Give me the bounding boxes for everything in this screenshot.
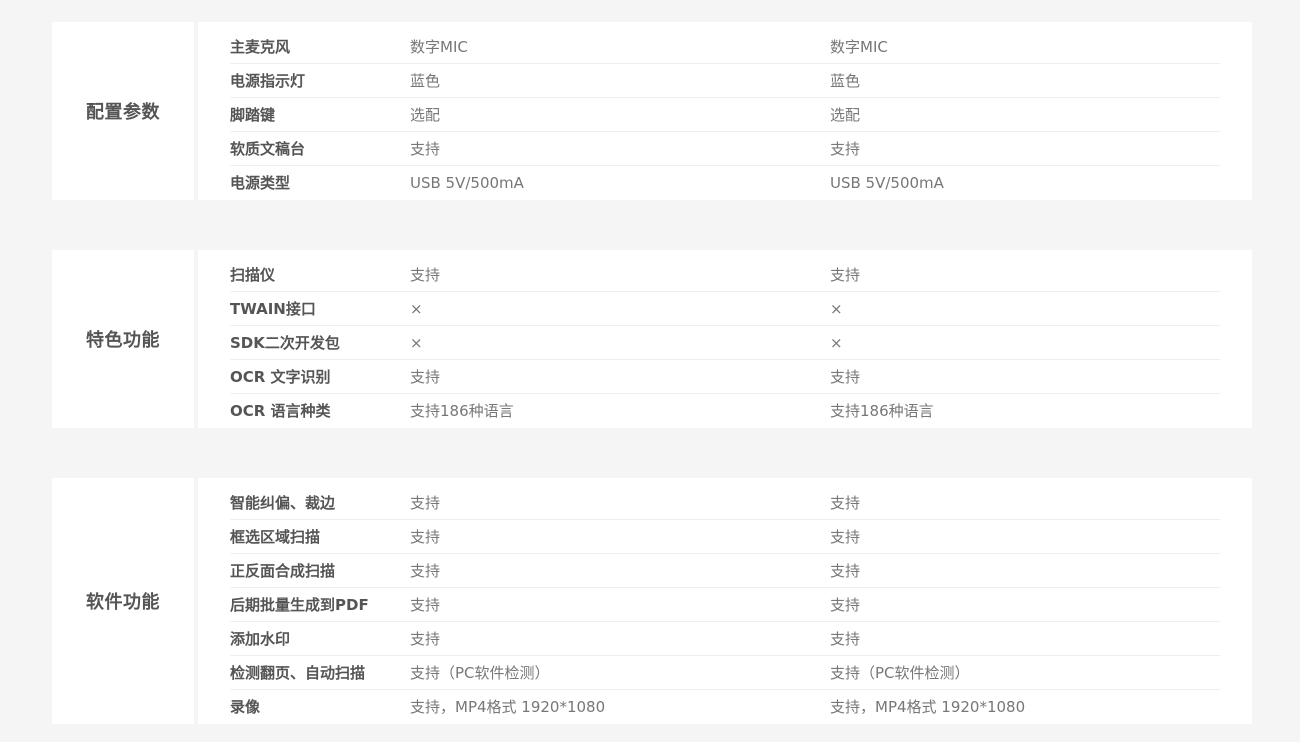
table-row: 脚踏键 选配 选配 <box>230 98 1220 132</box>
spec-rows: 扫描仪 支持 支持 TWAIN接口 × × SDK二次开发包 × × OCR 文… <box>198 250 1252 428</box>
category-label: 软件功能 <box>86 592 160 613</box>
spec-value-model-2: 数字MIC <box>830 38 888 56</box>
spec-label: 录像 <box>230 698 261 716</box>
spec-label: TWAIN接口 <box>230 300 316 318</box>
table-row: 框选区域扫描 支持 支持 <box>230 520 1220 554</box>
spec-value-model-2: × <box>830 299 843 318</box>
spec-rows: 主麦克风 数字MIC 数字MIC 电源指示灯 蓝色 蓝色 脚踏键 选配 选配 软… <box>198 22 1252 200</box>
spec-value-model-1: 支持 <box>410 596 441 614</box>
spec-value-model-1: 选配 <box>410 106 441 124</box>
table-row: 正反面合成扫描 支持 支持 <box>230 554 1220 588</box>
spec-value-model-2: 支持 <box>830 630 861 648</box>
spec-label: 正反面合成扫描 <box>230 562 336 580</box>
spec-label: 添加水印 <box>230 630 291 648</box>
section-software-features: 软件功能 智能纠偏、裁边 支持 支持 框选区域扫描 支持 支持 正反面合成扫描 … <box>52 478 1252 724</box>
table-row: TWAIN接口 × × <box>230 292 1220 326</box>
spec-label: 检测翻页、自动扫描 <box>230 664 366 682</box>
spec-value-model-2: 支持 <box>830 562 861 580</box>
table-row: 录像 支持，MP4格式 1920*1080 支持，MP4格式 1920*1080 <box>230 690 1220 723</box>
spec-value-model-2: 支持 <box>830 266 861 284</box>
spec-value-model-1: USB 5V/500mA <box>410 173 524 192</box>
spec-value-model-2: 支持 <box>830 596 861 614</box>
spec-value-model-1: 支持 <box>410 630 441 648</box>
spec-value-model-2: 蓝色 <box>830 72 861 90</box>
table-row: 电源类型 USB 5V/500mA USB 5V/500mA <box>230 166 1220 199</box>
spec-value-model-2: 支持 <box>830 368 861 386</box>
table-row: 检测翻页、自动扫描 支持（PC软件检测） 支持（PC软件检测） <box>230 656 1220 690</box>
table-row: 电源指示灯 蓝色 蓝色 <box>230 64 1220 98</box>
spec-value-model-1: 支持 <box>410 528 441 546</box>
spec-value-model-1: 支持 <box>410 266 441 284</box>
table-row: SDK二次开发包 × × <box>230 326 1220 360</box>
category-label: 配置参数 <box>86 102 160 123</box>
spec-value-model-2: 支持 <box>830 528 861 546</box>
spec-value-model-1: 支持 <box>410 494 441 512</box>
spec-value-model-1: 数字MIC <box>410 38 468 56</box>
spec-value-model-2: 支持（PC软件检测） <box>830 664 970 682</box>
spec-label: 智能纠偏、裁边 <box>230 494 336 512</box>
spec-value-model-2: 支持，MP4格式 1920*1080 <box>830 698 1026 716</box>
spec-value-model-2: 支持 <box>830 494 861 512</box>
spec-value-model-1: 支持186种语言 <box>410 402 514 420</box>
spec-label: 脚踏键 <box>230 106 276 124</box>
table-row: 软质文稿台 支持 支持 <box>230 132 1220 166</box>
section-special-features: 特色功能 扫描仪 支持 支持 TWAIN接口 × × SDK二次开发包 × × … <box>52 250 1252 428</box>
spec-label: 电源指示灯 <box>230 72 306 90</box>
spec-value-model-2: × <box>830 333 843 352</box>
spec-value-model-2: 选配 <box>830 106 861 124</box>
spec-value-model-1: 支持，MP4格式 1920*1080 <box>410 698 606 716</box>
spec-label: 框选区域扫描 <box>230 528 321 546</box>
spec-label: 电源类型 <box>230 174 291 192</box>
category-label: 特色功能 <box>86 330 160 351</box>
spec-label: OCR 文字识别 <box>230 368 331 386</box>
table-row: OCR 语言种类 支持186种语言 支持186种语言 <box>230 394 1220 427</box>
table-row: OCR 文字识别 支持 支持 <box>230 360 1220 394</box>
spec-label: 后期批量生成到PDF <box>230 596 369 614</box>
spec-value-model-1: 支持 <box>410 562 441 580</box>
section-config-params: 配置参数 主麦克风 数字MIC 数字MIC 电源指示灯 蓝色 蓝色 脚踏键 选配… <box>52 22 1252 200</box>
spec-value-model-2: 支持 <box>830 140 861 158</box>
spec-label: 软质文稿台 <box>230 140 306 158</box>
spec-value-model-1: 支持（PC软件检测） <box>410 664 550 682</box>
spec-value-model-2: USB 5V/500mA <box>830 173 944 192</box>
spec-label: 扫描仪 <box>230 266 276 284</box>
spec-value-model-1: 支持 <box>410 140 441 158</box>
spec-value-model-1: 支持 <box>410 368 441 386</box>
spec-value-model-2: 支持186种语言 <box>830 402 934 420</box>
spec-value-model-1: × <box>410 333 423 352</box>
table-row: 后期批量生成到PDF 支持 支持 <box>230 588 1220 622</box>
spec-label: 主麦克风 <box>230 38 291 56</box>
spec-value-model-1: × <box>410 299 423 318</box>
table-row: 智能纠偏、裁边 支持 支持 <box>230 486 1220 520</box>
spec-label: OCR 语言种类 <box>230 402 331 420</box>
spec-label: SDK二次开发包 <box>230 334 340 352</box>
table-row: 添加水印 支持 支持 <box>230 622 1220 656</box>
table-row: 扫描仪 支持 支持 <box>230 258 1220 292</box>
spec-value-model-1: 蓝色 <box>410 72 441 90</box>
spec-rows: 智能纠偏、裁边 支持 支持 框选区域扫描 支持 支持 正反面合成扫描 支持 支持… <box>198 478 1252 724</box>
table-row: 主麦克风 数字MIC 数字MIC <box>230 30 1220 64</box>
